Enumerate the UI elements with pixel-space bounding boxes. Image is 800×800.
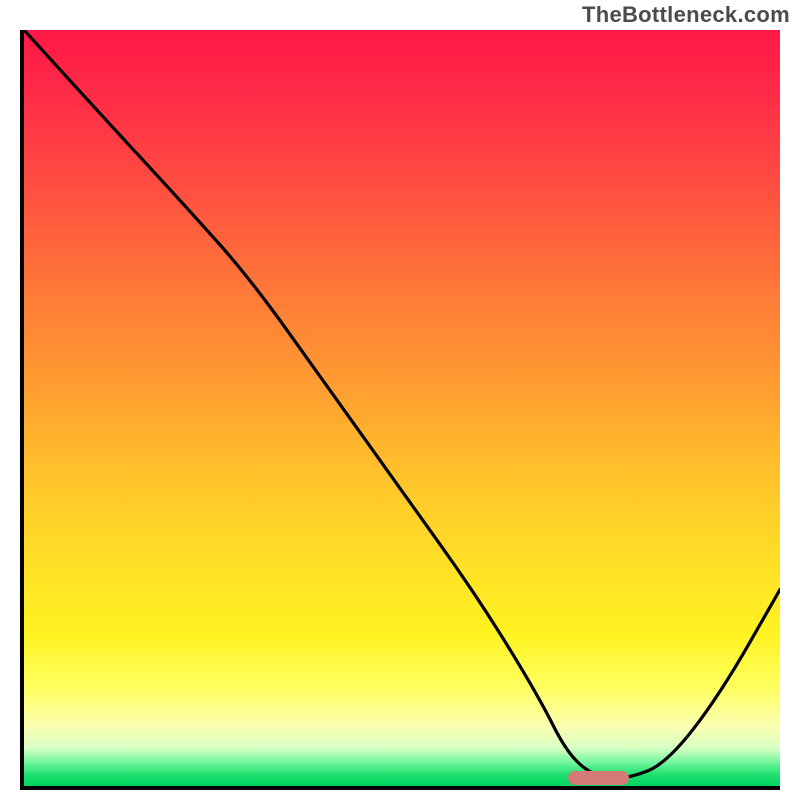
plot-area xyxy=(20,30,780,790)
curve-path xyxy=(24,30,780,778)
bottleneck-curve xyxy=(24,30,780,786)
optimal-range-marker xyxy=(568,771,628,785)
watermark-label: TheBottleneck.com xyxy=(582,2,790,28)
